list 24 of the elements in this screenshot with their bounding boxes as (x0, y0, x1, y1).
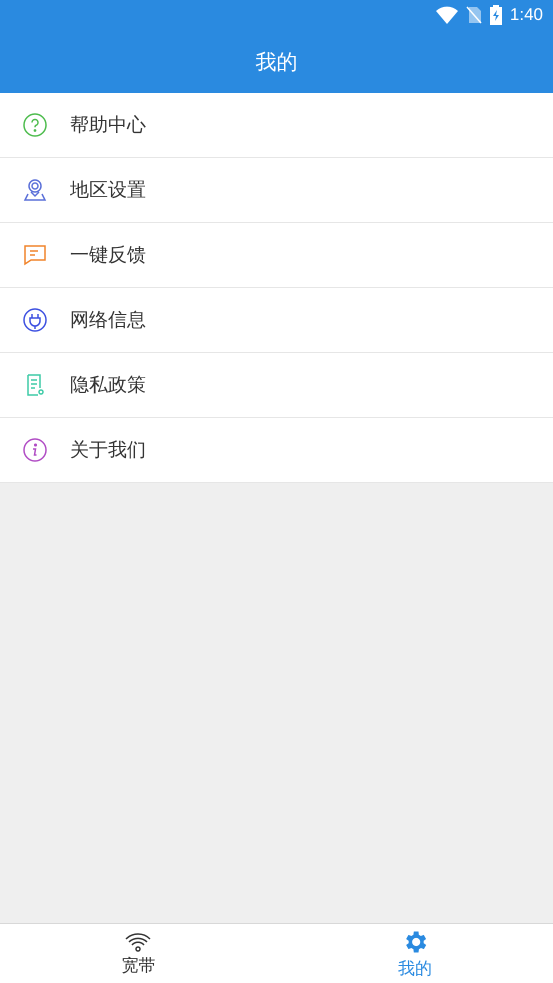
menu-label: 地区设置 (70, 178, 146, 203)
menu-label: 隐私政策 (70, 373, 146, 398)
no-sim-icon (466, 6, 482, 24)
tab-label[interactable]: 宽带 (121, 954, 156, 976)
wifi-icon (124, 930, 152, 952)
menu-label: 帮助中心 (70, 113, 146, 138)
menu-item[interactable]: 帮助中心 (0, 93, 553, 158)
menu-item[interactable]: 一键反馈 (0, 223, 553, 288)
page-title: 我的 (256, 48, 298, 76)
menu-label: 一键反馈 (70, 243, 146, 268)
plug-icon (22, 307, 48, 333)
menu-label: 关于我们 (70, 438, 146, 463)
menu-item[interactable]: 关于我们 (0, 418, 553, 483)
menu-item[interactable]: 隐私政策 (0, 353, 553, 418)
menu-label: 网络信息 (70, 308, 146, 333)
clock: 1:40 (510, 5, 543, 25)
location-pin-icon (22, 177, 48, 203)
menu-item[interactable]: 网络信息 (0, 288, 553, 353)
help-icon (22, 112, 48, 138)
tab-label[interactable]: 我的 (398, 956, 432, 980)
info-icon (22, 437, 48, 463)
menu-item[interactable]: 地区设置 (0, 158, 553, 223)
battery-charging-icon (490, 5, 502, 25)
wifi-signal-icon (436, 6, 458, 24)
